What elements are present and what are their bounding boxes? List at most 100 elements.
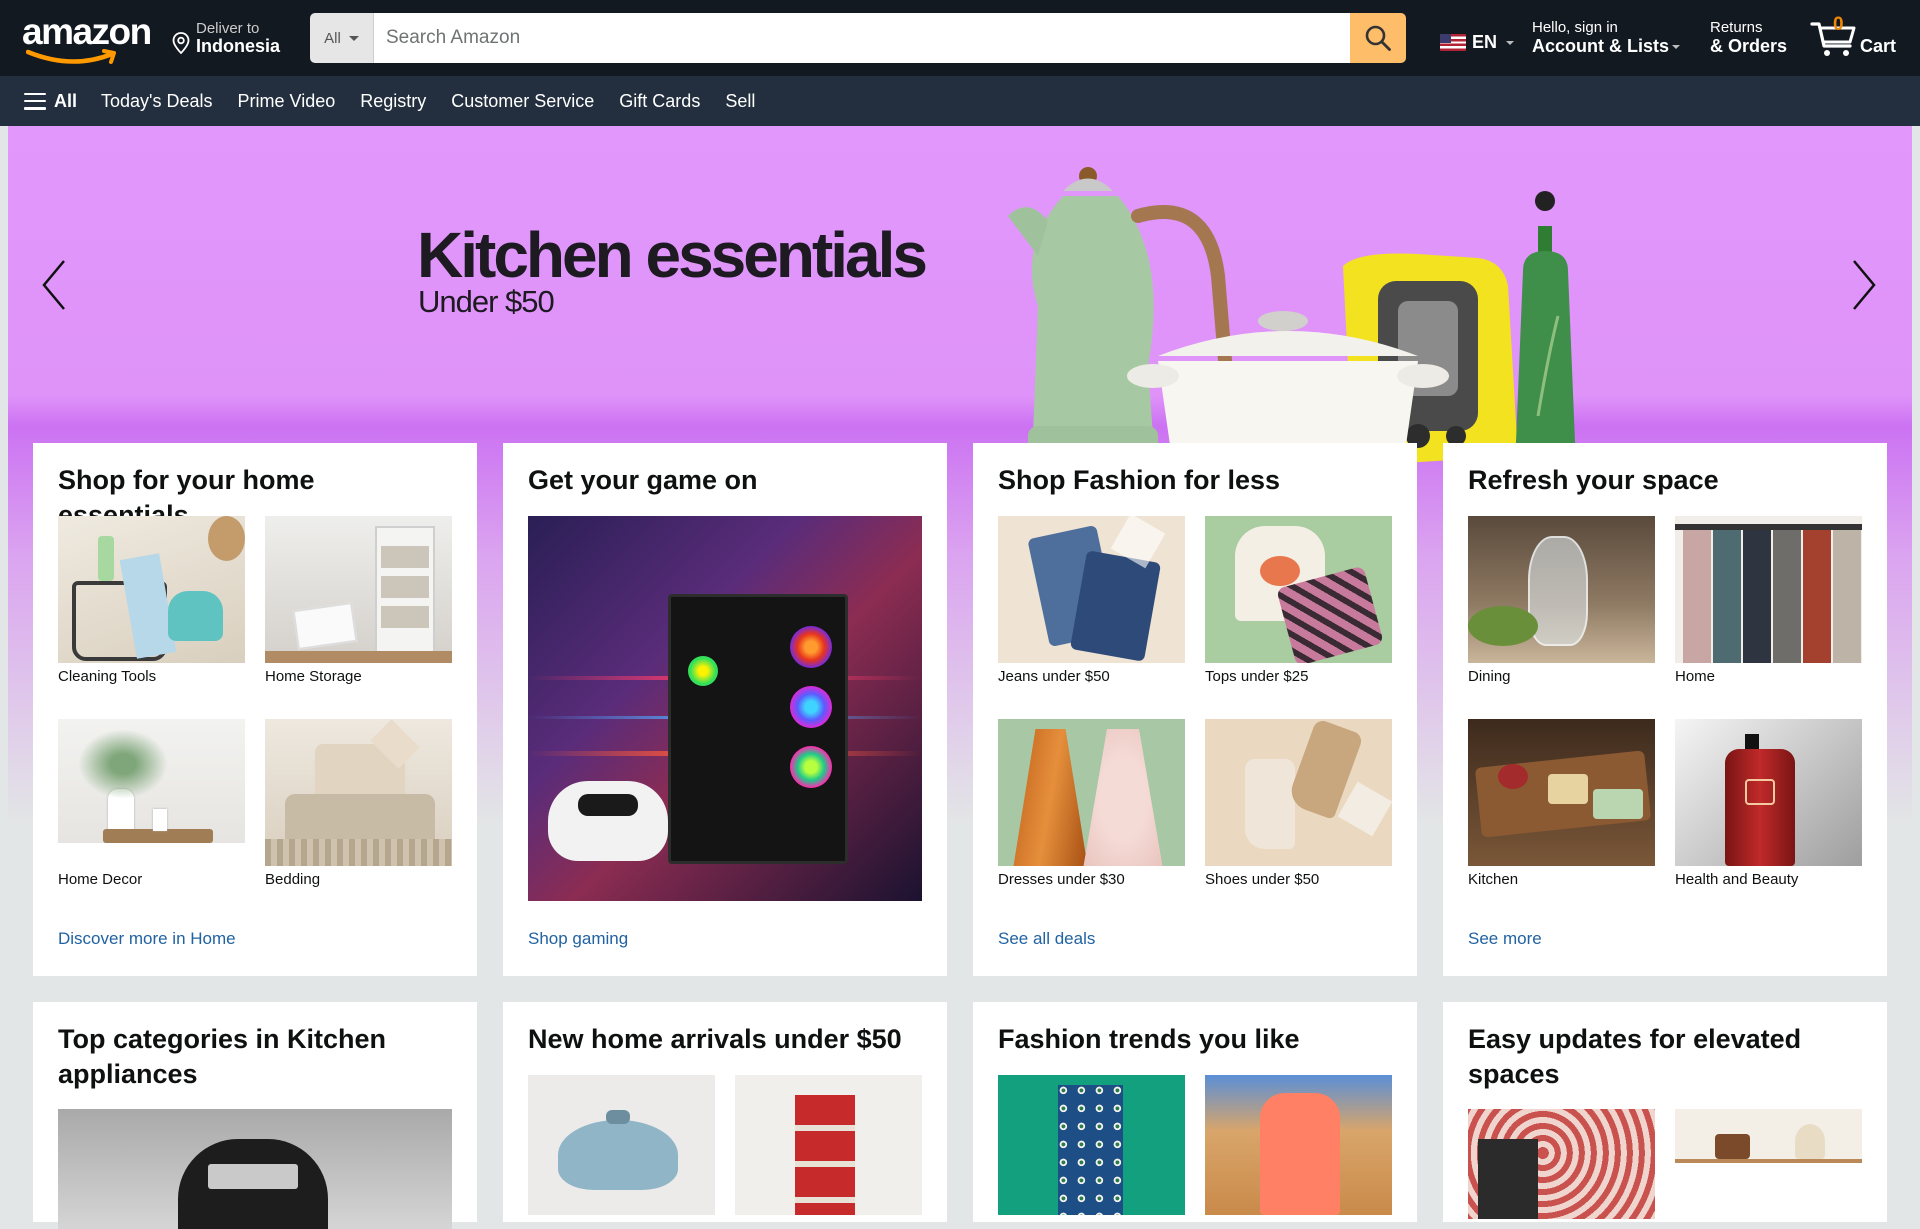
discover-more-home-link[interactable]: Discover more in Home: [58, 929, 236, 949]
card-item-label: Tops under $25: [1205, 668, 1309, 685]
card-item-label: Health and Beauty: [1675, 871, 1799, 888]
card-item-home-decor[interactable]: Home Decor: [58, 719, 245, 888]
see-more-link[interactable]: See more: [1468, 929, 1542, 949]
nav-gift-cards[interactable]: Gift Cards: [619, 91, 700, 112]
bedding-image: [265, 719, 452, 866]
nav-sell[interactable]: Sell: [725, 91, 755, 112]
hamburger-menu-icon: [24, 92, 46, 110]
card-item-label: Home Decor: [58, 871, 143, 888]
search-category-dropdown[interactable]: All: [310, 13, 374, 63]
health-beauty-image: [1675, 719, 1862, 866]
tops-image: [1205, 516, 1392, 663]
card-item-health-beauty[interactable]: Health and Beauty: [1675, 719, 1862, 888]
card-item-label: Dining: [1468, 668, 1511, 685]
shoes-image: [1205, 719, 1392, 866]
card-refresh-your-space: Refresh your space Dining Home Kitchen H…: [1443, 443, 1887, 976]
card-item-cleaning-tools[interactable]: Cleaning Tools: [58, 516, 245, 685]
returns-label: Returns: [1710, 19, 1763, 36]
card-title: Shop Fashion for less: [998, 465, 1281, 495]
hero-subtitle: Under $50: [418, 284, 555, 319]
search-category-label: All: [324, 29, 341, 47]
nav-todays-deals[interactable]: Today's Deals: [101, 91, 213, 112]
canisters-image[interactable]: [735, 1075, 922, 1215]
card-item-label: Bedding: [265, 871, 321, 888]
cart-label: Cart: [1860, 36, 1897, 56]
card-item-tops[interactable]: Tops under $25: [1205, 516, 1392, 685]
nav-prime-video[interactable]: Prime Video: [238, 91, 336, 112]
all-menu-label: All: [54, 90, 78, 111]
card-item-kitchen[interactable]: Kitchen: [1468, 719, 1655, 888]
card-item-label: Dresses under $30: [998, 871, 1125, 888]
card-new-home-arrivals: New home arrivals under $50: [503, 1002, 947, 1222]
card-title: Get your game on: [528, 465, 758, 495]
card-title: Refresh your space: [1468, 465, 1719, 495]
card-item-label: Jeans under $50: [998, 668, 1110, 685]
card-fashion-trends: Fashion trends you like: [973, 1002, 1417, 1222]
dresses-image: [998, 719, 1185, 866]
secondary-navbar: All Today's Deals Prime Video Registry C…: [0, 76, 1920, 126]
card-item-label: Kitchen: [1468, 871, 1519, 888]
card-game-on: Get your game on Shop gaming: [503, 443, 947, 976]
cart-count: 0: [1833, 14, 1844, 35]
top-navbar: amazon Deliver to Indonesia All EN: [0, 0, 1920, 76]
amazon-logo[interactable]: amazon: [22, 13, 152, 64]
see-all-deals-link[interactable]: See all deals: [998, 929, 1095, 949]
dutch-oven-image[interactable]: [528, 1075, 715, 1215]
card-item-dining[interactable]: Dining: [1468, 516, 1655, 685]
shop-gaming-link[interactable]: Shop gaming: [528, 929, 628, 949]
card-item-shoes[interactable]: Shoes under $50: [1205, 719, 1392, 888]
account-label: Account & Lists: [1532, 36, 1670, 56]
jeans-image: [998, 516, 1185, 663]
account-greeting: Hello, sign in: [1532, 19, 1618, 36]
nav-customer-service[interactable]: Customer Service: [451, 91, 594, 112]
chevron-down-icon: [348, 35, 359, 41]
card-item-label: Cleaning Tools: [58, 668, 157, 685]
pressure-cooker-image[interactable]: [58, 1109, 452, 1229]
card-title: Easy updates for elevated spaces: [1468, 1024, 1802, 1089]
knit-top-image[interactable]: [1205, 1075, 1392, 1215]
chevron-down-icon: [1672, 45, 1681, 50]
card-home-essentials: Shop for your home essentials Cleaning T…: [33, 443, 477, 976]
card-item-home[interactable]: Home: [1675, 516, 1862, 685]
card-item-home-storage[interactable]: Home Storage: [265, 516, 452, 685]
card-item-bedding[interactable]: Bedding: [265, 719, 452, 888]
kitchen-image: [1468, 719, 1655, 866]
returns-and-orders[interactable]: Returns & Orders: [1710, 19, 1787, 57]
card-item-label: Home Storage: [265, 668, 362, 685]
search-button[interactable]: [1350, 13, 1406, 63]
account-and-lists[interactable]: Hello, sign in Account & Lists: [1532, 19, 1681, 57]
card-title: Fashion trends you like: [998, 1024, 1300, 1054]
language-selector[interactable]: EN: [1440, 32, 1515, 53]
deliver-label: Deliver to: [196, 20, 260, 37]
carousel-prev-arrow-icon[interactable]: [40, 258, 68, 312]
orders-label: & Orders: [1710, 36, 1788, 56]
card-kitchen-appliances: Top categories in Kitchen appliances: [33, 1002, 477, 1229]
floral-dress-image[interactable]: [998, 1075, 1185, 1215]
chevron-down-icon: [1506, 40, 1515, 45]
nav-registry[interactable]: Registry: [360, 91, 426, 112]
card-item-dresses[interactable]: Dresses under $30: [998, 719, 1185, 888]
all-menu-button[interactable]: All: [24, 91, 77, 112]
home-decor-image: [58, 719, 245, 866]
search-input[interactable]: [374, 13, 1350, 63]
location-pin-icon: [172, 32, 190, 54]
search-bar: All: [310, 13, 1406, 63]
cart-button[interactable]: 0 Cart: [1810, 14, 1910, 64]
language-label: EN: [1472, 32, 1498, 52]
card-item-label: Home: [1675, 668, 1716, 685]
us-flag-icon: [1440, 34, 1466, 51]
wallpaper-image[interactable]: [1468, 1109, 1655, 1219]
cleaning-tools-image: [58, 516, 245, 663]
kitchen-shelf-image[interactable]: [1675, 1109, 1862, 1219]
search-icon: [1365, 25, 1391, 51]
card-item-label: Shoes under $50: [1205, 871, 1320, 888]
kitchen-products-image: [1008, 167, 1576, 476]
card-elevated-spaces: Easy updates for elevated spaces: [1443, 1002, 1887, 1222]
card-item-jeans[interactable]: Jeans under $50: [998, 516, 1185, 685]
smile-arrow-icon: [26, 49, 116, 64]
card-fashion-for-less: Shop Fashion for less Jeans under $50 To…: [973, 443, 1417, 976]
card-title: New home arrivals under $50: [528, 1024, 902, 1054]
carousel-next-arrow-icon[interactable]: [1850, 258, 1878, 312]
home-storage-image: [265, 516, 452, 663]
gaming-pc-image[interactable]: [528, 516, 922, 901]
